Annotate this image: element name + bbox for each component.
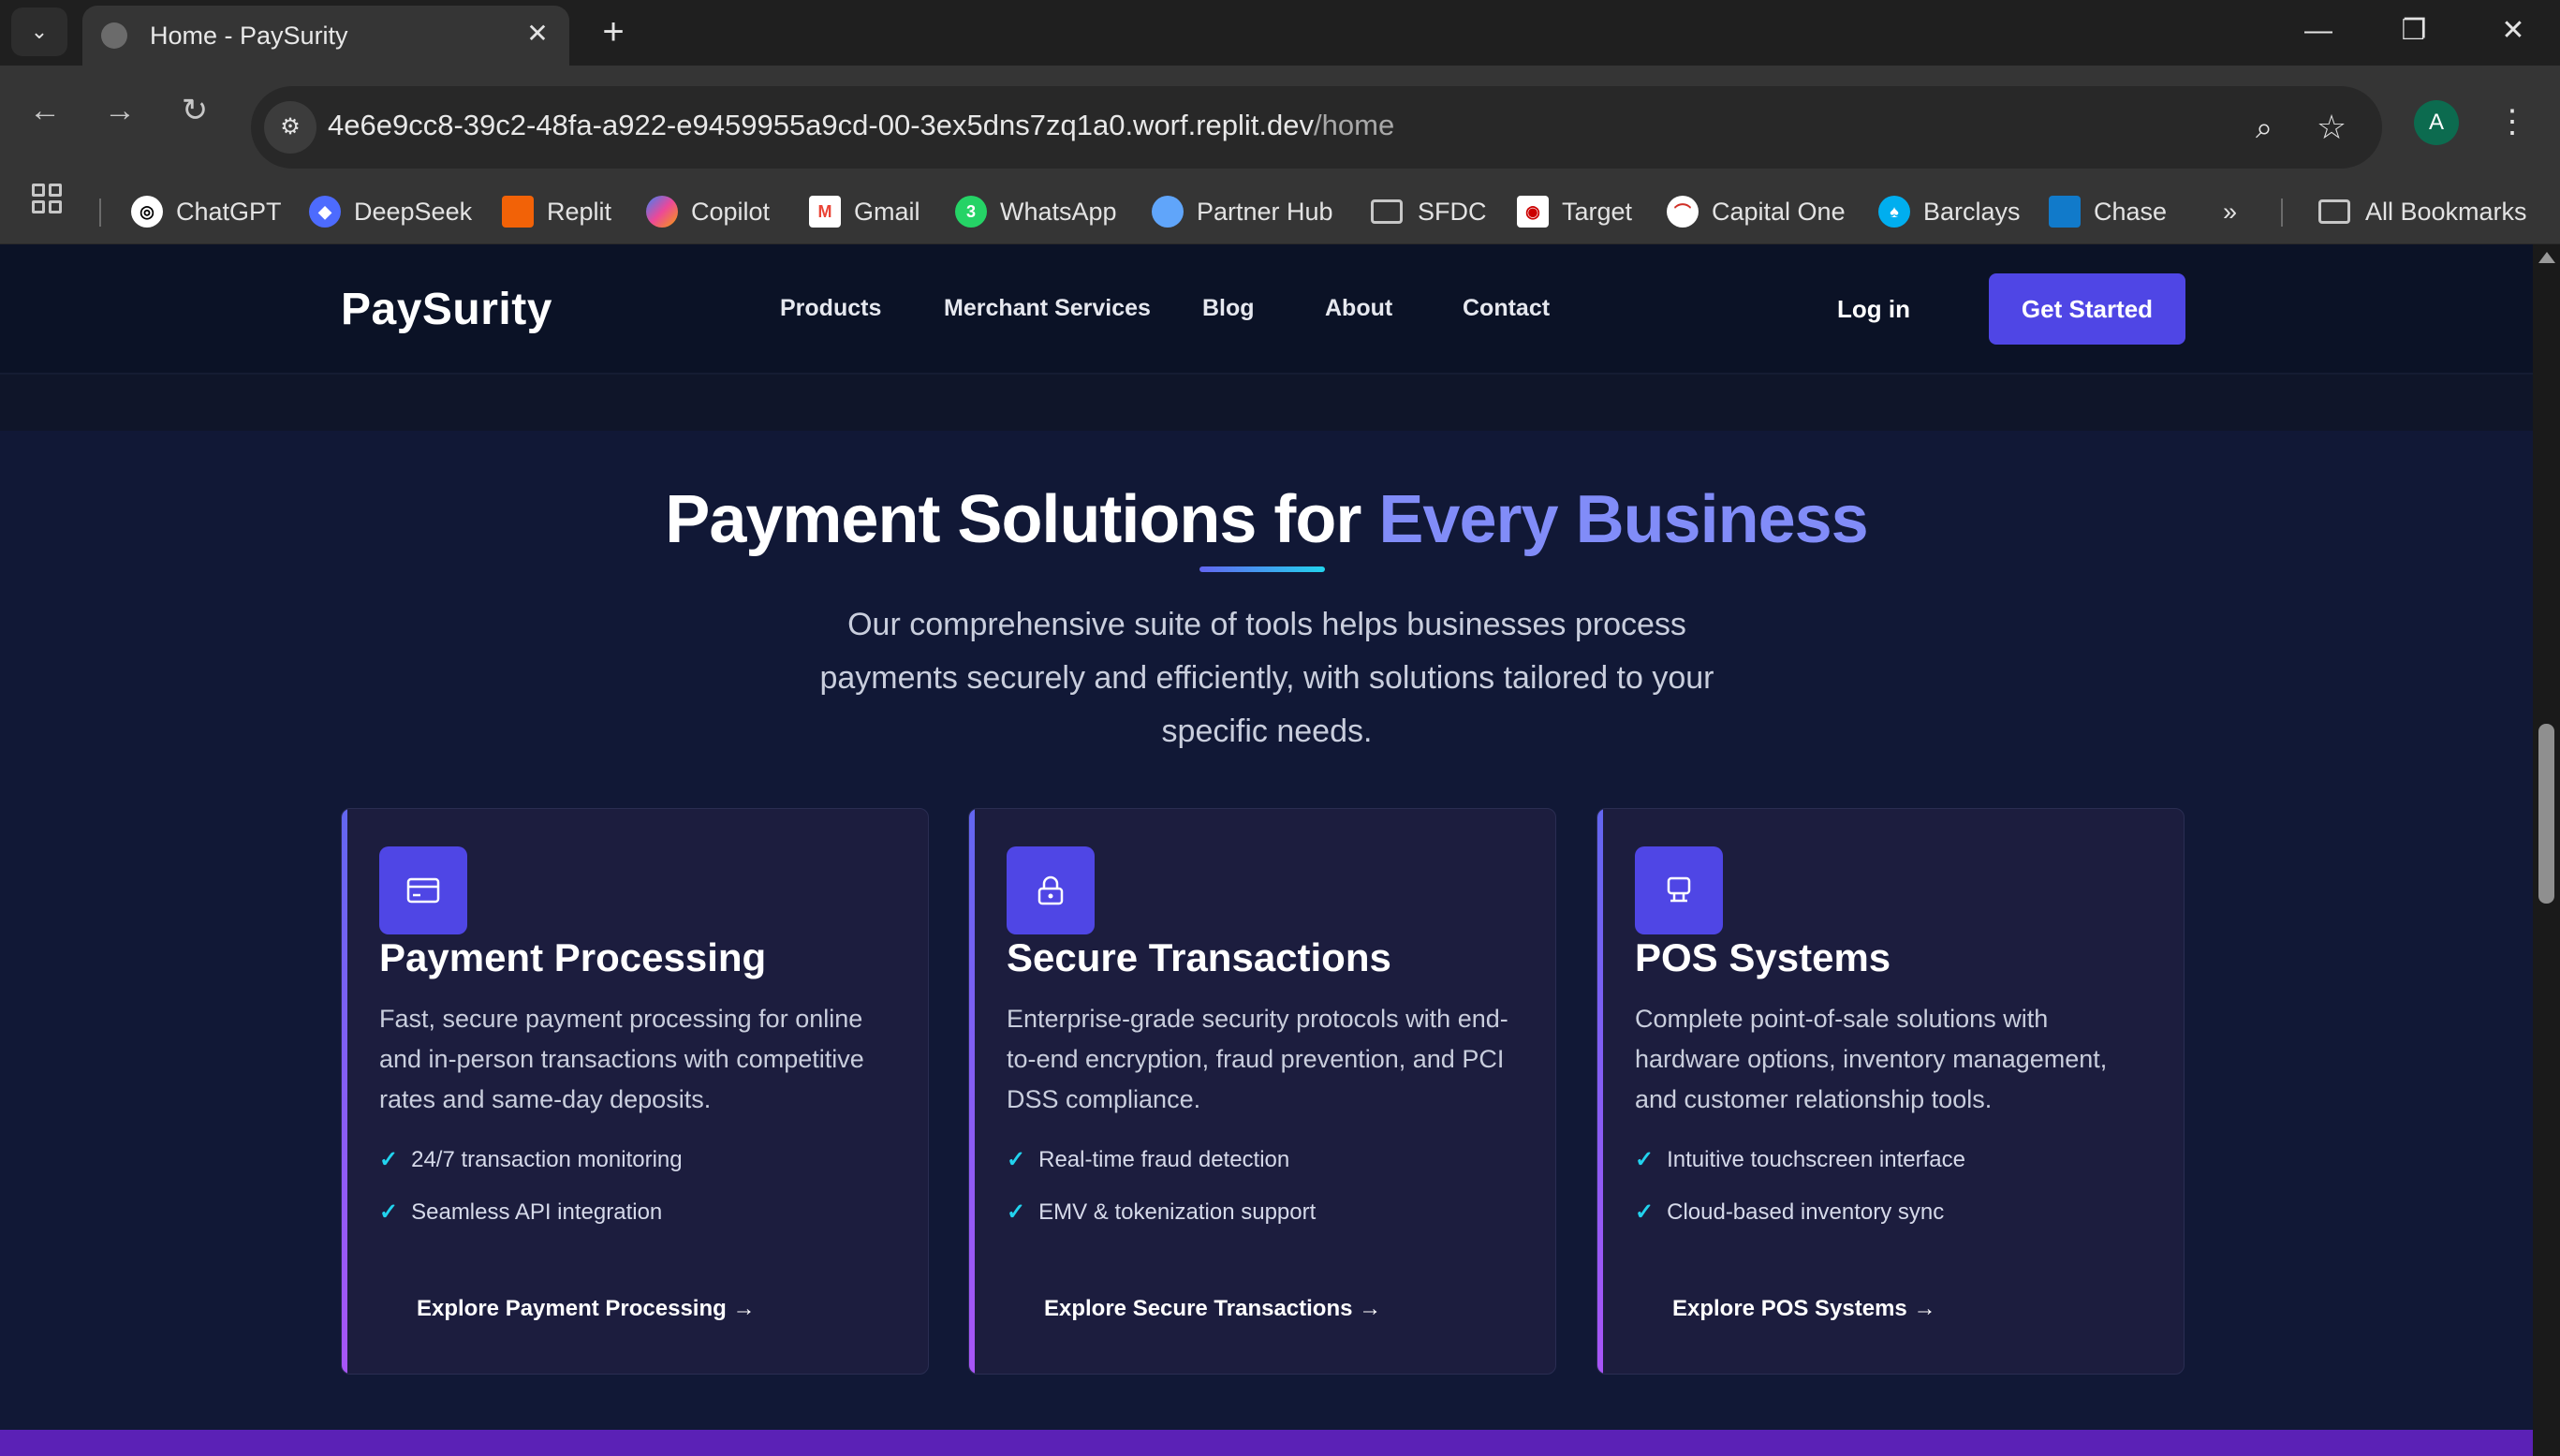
bookmark-sfdc[interactable]: SFDC [1371, 189, 1487, 234]
card-title: POS Systems [1635, 935, 1891, 979]
capital-one-icon: ⌒ [1667, 196, 1699, 228]
nav-contact[interactable]: Contact [1463, 295, 1550, 322]
section-heading: Payment Solutions for Every Business [665, 482, 1868, 557]
page-scrollbar[interactable] [2533, 244, 2560, 1456]
chase-icon [2049, 196, 2081, 228]
card-title: Secure Transactions [1007, 935, 1391, 979]
restore-button[interactable]: ❐ [2367, 0, 2461, 62]
partner-hub-icon [1152, 196, 1184, 228]
target-icon: ◉ [1517, 196, 1549, 228]
feature-item: ✓ EMV & tokenization support [1007, 1199, 1317, 1225]
credit-card-icon [379, 846, 467, 934]
tab-title: Home - PaySurity [150, 22, 348, 50]
browser-tab[interactable]: Home - PaySurity ✕ [82, 6, 569, 66]
bookmark-barclays[interactable]: ♠ Barclays [1878, 189, 2021, 234]
barclays-icon: ♠ [1878, 196, 1910, 228]
explore-secure-transactions-link[interactable]: Explore Secure Transactions → [1044, 1296, 1381, 1322]
lock-icon [1007, 846, 1095, 934]
bookmark-capital-one[interactable]: ⌒ Capital One [1667, 189, 1846, 234]
site-logo[interactable]: PaySurity [341, 284, 552, 335]
tab-strip: ⌄ Home - PaySurity ✕ + — ❐ ✕ [0, 0, 2560, 66]
next-section-band [0, 1430, 2533, 1456]
nav-products[interactable]: Products [780, 295, 881, 322]
gmail-icon: M [809, 196, 841, 228]
nav-about[interactable]: About [1325, 295, 1392, 322]
feature-item: ✓ Seamless API integration [379, 1199, 663, 1225]
chevron-down-icon: ⌄ [30, 20, 49, 43]
card-secure-transactions: Secure Transactions Enterprise-grade sec… [968, 808, 1556, 1375]
nav-blog[interactable]: Blog [1202, 295, 1255, 322]
url-text[interactable]: 4e6e9cc8-39c2-48fa-a922-e9459955a9cd-00-… [328, 109, 1394, 142]
check-icon: ✓ [1007, 1199, 1026, 1225]
card-description: Enterprise-grade security protocols with… [1007, 1005, 1508, 1113]
deepseek-icon: ◆ [309, 196, 341, 228]
chatgpt-icon: ◎ [131, 196, 163, 228]
close-window-button[interactable]: ✕ [2466, 0, 2560, 62]
folder-icon [1371, 199, 1403, 224]
site-navbar: PaySurity Products Merchant Services Blo… [0, 244, 2533, 375]
zoom-icon[interactable]: ⌕ [2240, 103, 2288, 152]
bookmark-target[interactable]: ◉ Target [1517, 189, 1632, 234]
check-icon: ✓ [379, 1199, 399, 1225]
feature-item: ✓ Cloud-based inventory sync [1635, 1199, 1945, 1225]
address-bar[interactable]: ⚙ 4e6e9cc8-39c2-48fa-a922-e9459955a9cd-0… [251, 86, 2382, 169]
all-bookmarks-button[interactable]: All Bookmarks [2318, 189, 2527, 234]
apps-grid-icon[interactable] [32, 184, 71, 223]
card-description: Complete point-of-sale solutions with ha… [1635, 1005, 2108, 1113]
feature-item: ✓ Real-time fraud detection [1007, 1147, 1290, 1172]
feature-item: ✓ Intuitive touchscreen interface [1635, 1147, 1965, 1172]
pos-terminal-icon [1635, 846, 1723, 934]
bookmark-copilot[interactable]: Copilot [646, 189, 770, 234]
forward-button[interactable]: → [94, 84, 146, 137]
check-icon: ✓ [1635, 1199, 1655, 1225]
get-started-button[interactable]: Get Started [1989, 273, 2185, 345]
bookmark-whatsapp[interactable]: 3 WhatsApp [955, 189, 1117, 234]
back-button[interactable]: ← [19, 84, 71, 137]
close-tab-icon[interactable]: ✕ [521, 17, 554, 51]
nav-merchant-services[interactable]: Merchant Services [944, 295, 1151, 322]
profile-avatar[interactable]: A [2414, 100, 2459, 145]
card-payment-processing: Payment Processing Fast, secure payment … [341, 808, 929, 1375]
explore-pos-systems-link[interactable]: Explore POS Systems → [1672, 1296, 1935, 1322]
web-page: PaySurity Products Merchant Services Blo… [0, 244, 2533, 1456]
card-title: Payment Processing [379, 935, 767, 979]
explore-payment-processing-link[interactable]: Explore Payment Processing → [417, 1296, 755, 1322]
check-icon: ✓ [1635, 1147, 1655, 1172]
folder-icon [2318, 199, 2350, 224]
bookmark-partner-hub[interactable]: Partner Hub [1152, 189, 1333, 234]
bookmark-gmail[interactable]: M Gmail [809, 189, 920, 234]
bookmark-star-icon[interactable]: ☆ [2307, 103, 2356, 152]
copilot-icon [646, 196, 678, 228]
replit-icon [502, 196, 534, 228]
reload-button[interactable]: ↻ [169, 84, 221, 137]
globe-icon [101, 22, 127, 49]
site-info-icon[interactable]: ⚙ [264, 101, 316, 154]
scrollbar-thumb[interactable] [2538, 724, 2554, 904]
browser-menu-icon[interactable]: ⋮ [2491, 96, 2534, 148]
browser-toolbar: ← → ↻ ⚙ 4e6e9cc8-39c2-48fa-a922-e9459955… [0, 66, 2560, 180]
new-tab-button[interactable]: + [590, 9, 637, 56]
heading-underline [1199, 566, 1325, 572]
whatsapp-icon: 3 [955, 196, 987, 228]
bookmarks-bar: ◎ ChatGPT ◆ DeepSeek Replit Copilot M Gmail… [0, 180, 2560, 244]
minimize-button[interactable]: — [2272, 0, 2365, 62]
check-icon: ✓ [379, 1147, 399, 1172]
tab-search-button[interactable]: ⌄ [11, 7, 67, 56]
login-link[interactable]: Log in [1837, 295, 1910, 324]
bookmark-chatgpt[interactable]: ◎ ChatGPT [131, 189, 282, 234]
scroll-up-icon[interactable] [2538, 252, 2555, 263]
card-description: Fast, secure payment processing for onli… [379, 1005, 864, 1113]
bookmark-chase[interactable]: Chase [2049, 189, 2167, 234]
section-subtitle: Our comprehensive suite of tools helps b… [819, 607, 1714, 749]
bookmark-deepseek[interactable]: ◆ DeepSeek [309, 189, 472, 234]
card-pos-systems: POS Systems Complete point-of-sale solut… [1596, 808, 2185, 1375]
check-icon: ✓ [1007, 1147, 1026, 1172]
feature-item: ✓ 24/7 transaction monitoring [379, 1147, 683, 1172]
bookmark-replit[interactable]: Replit [502, 189, 611, 234]
bookmarks-overflow-button[interactable]: » [2223, 189, 2237, 234]
